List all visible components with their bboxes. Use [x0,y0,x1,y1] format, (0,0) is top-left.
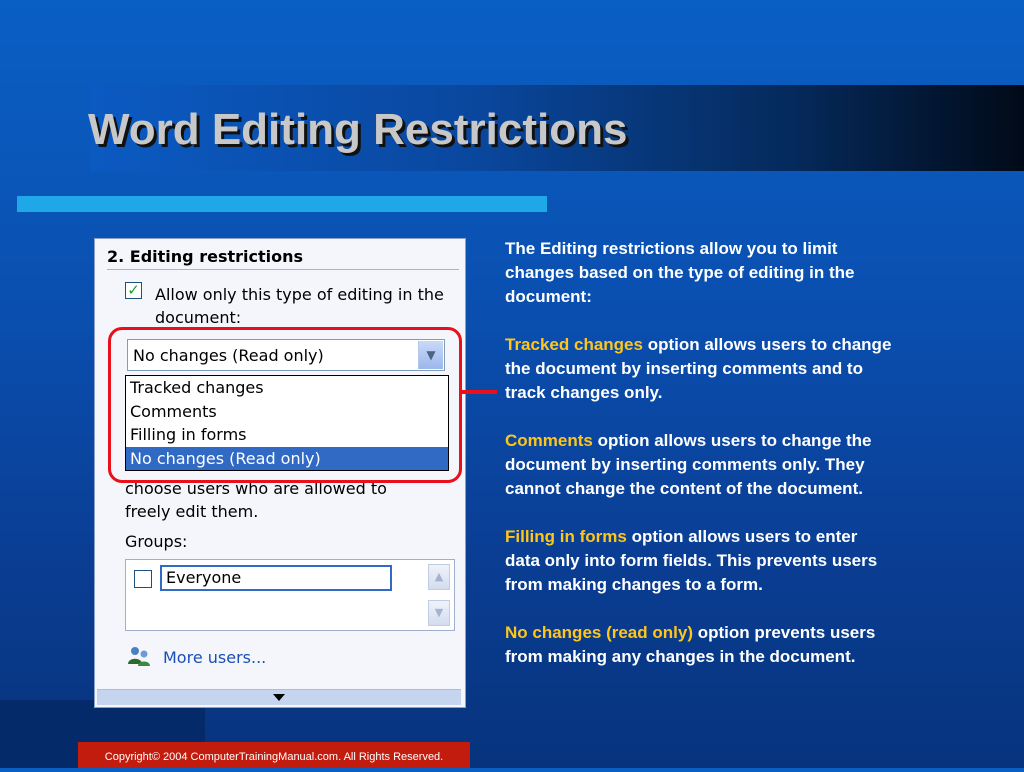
description-no-changes: No changes (read only) option prevents u… [505,621,895,669]
checkbox-label: Allow only this type of editing in the d… [155,285,444,327]
slide-title: Word Editing Restrictions [88,105,628,154]
allow-editing-checkbox[interactable]: ✓ [125,282,142,299]
users-icon [128,647,150,666]
callout-connector [462,390,497,394]
description-comments: Comments option allows users to change t… [505,429,895,501]
scroll-down-icon[interactable]: ▼ [428,600,450,626]
panel-heading: 2. Editing restrictions [107,247,304,266]
description-tracked-changes: Tracked changes option allows users to c… [505,333,895,405]
description-intro: The Editing restrictions allow you to li… [505,239,855,306]
accent-bar [17,196,547,212]
more-users-link[interactable]: More users... [163,648,266,667]
groups-label: Groups: [125,532,188,551]
callout-ring [108,327,462,483]
description-filling-in-forms: Filling in forms option allows users to … [505,525,895,597]
copyright-footer: Copyright© 2004 ComputerTrainingManual.c… [78,742,470,768]
group-everyone-label: Everyone [160,565,392,591]
heading-divider [107,269,459,270]
term-comments: Comments [505,431,593,450]
term-filling-in-forms: Filling in forms [505,527,627,546]
description-text: The Editing restrictions allow you to li… [505,237,895,693]
expand-down-icon[interactable] [273,694,285,701]
exceptions-text: choose users who are allowed to freely e… [125,479,387,521]
scroll-up-icon[interactable]: ▲ [428,564,450,590]
panel-bottom-bar[interactable] [97,689,461,705]
term-no-changes: No changes (read only) [505,623,693,642]
group-everyone-checkbox[interactable] [134,570,152,588]
term-tracked-changes: Tracked changes [505,335,643,354]
groups-list: Everyone ▲ ▼ [125,559,455,631]
check-mark-icon: ✓ [127,281,140,299]
